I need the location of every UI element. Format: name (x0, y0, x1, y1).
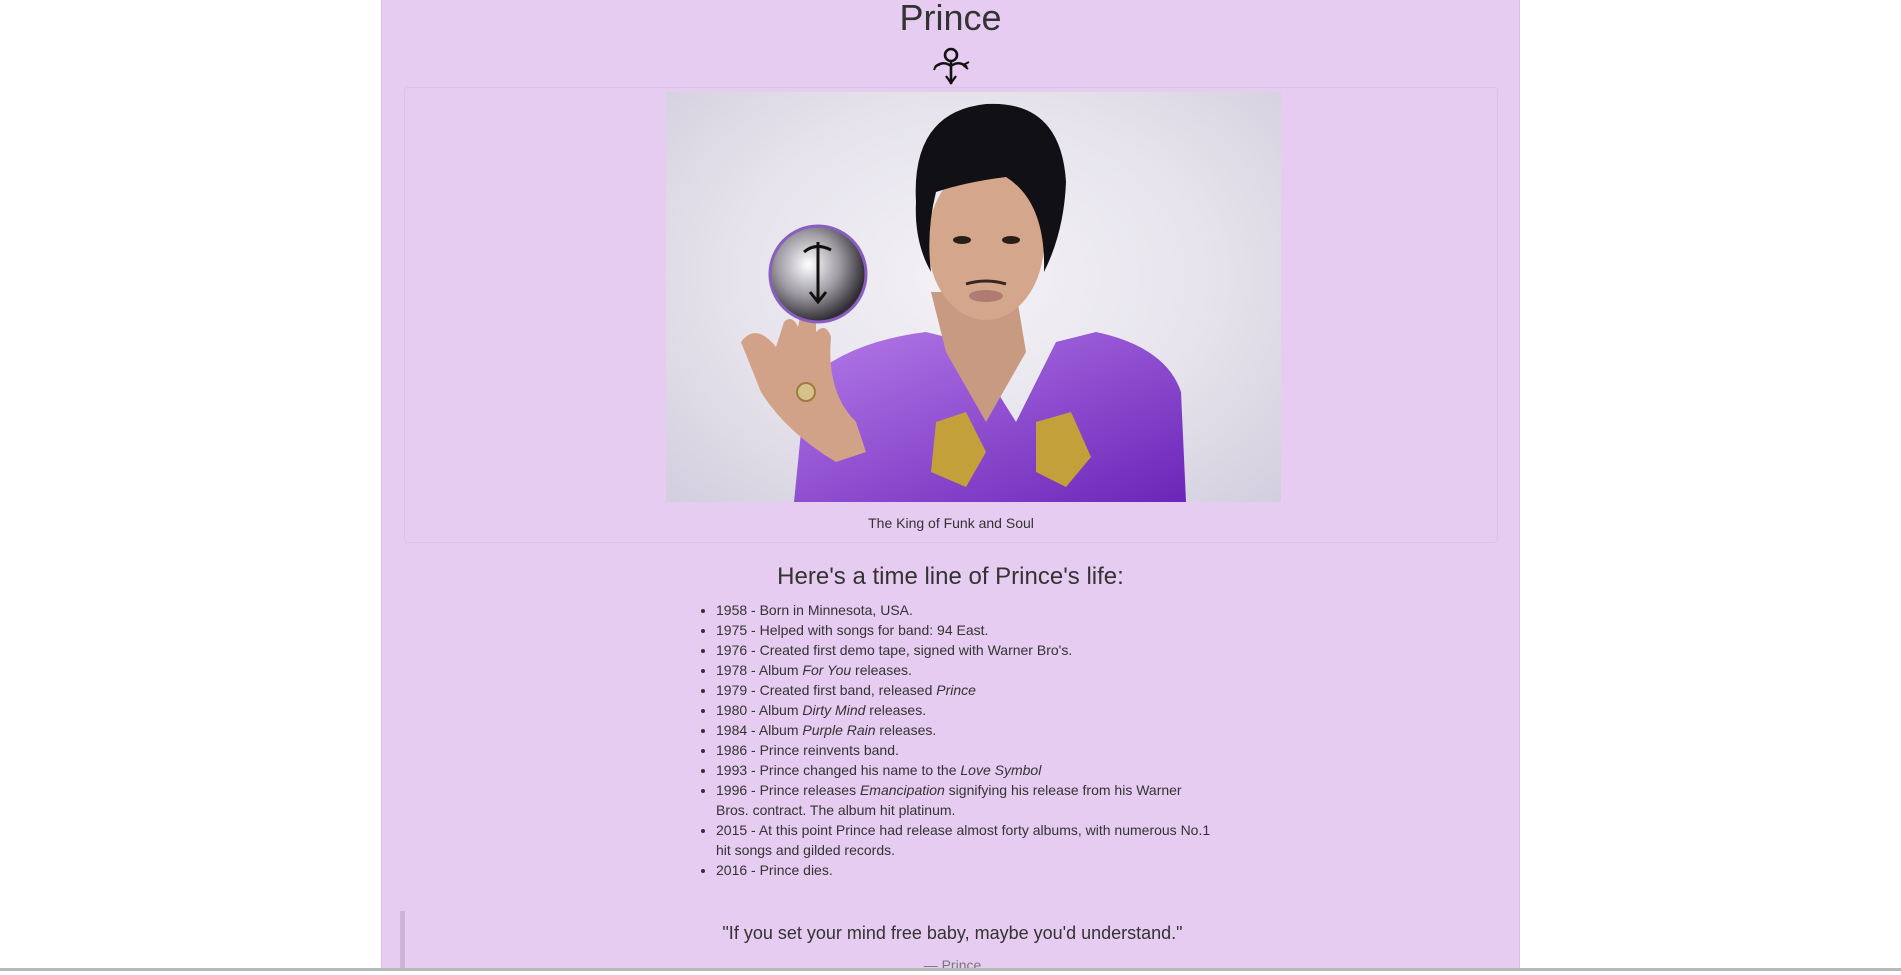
timeline-item: 2016 - Prince dies. (716, 860, 1216, 880)
timeline-item: 1979 - Created first band, released Prin… (716, 680, 1216, 700)
timeline-item: 1975 - Helped with songs for band: 94 Ea… (716, 620, 1216, 640)
photo-thumbnail: The King of Funk and Soul (404, 87, 1498, 543)
timeline-item: 1993 - Prince changed his name to the Lo… (716, 760, 1216, 780)
timeline-item: 1976 - Created first demo tape, signed w… (716, 640, 1216, 660)
timeline-item: 1978 - Album For You releases. (716, 660, 1216, 680)
love-symbol-icon (933, 47, 970, 85)
prince-photo (666, 92, 1281, 502)
timeline-item: 1996 - Prince releases Emancipation sign… (716, 780, 1216, 820)
photo-caption: The King of Funk and Soul (868, 515, 1034, 531)
timeline-item: 1958 - Born in Minnesota, USA. (716, 600, 1216, 620)
timeline-item: 1984 - Album Purple Rain releases. (716, 720, 1216, 740)
quote-text: "If you set your mind free baby, maybe y… (722, 923, 1183, 943)
quote-author: — Prince (923, 957, 982, 973)
page-title: Prince (899, 0, 1002, 38)
timeline-item: 1980 - Album Dirty Mind releases. (716, 700, 1216, 720)
quote-block: "If you set your mind free baby, maybe y… (400, 911, 1500, 973)
timeline-item: 2015 - At this point Prince had release … (716, 820, 1216, 860)
main-container: Prince The King of Funk and Soul Here's … (381, 0, 1520, 973)
timeline-list: 1958 - Born in Minnesota, USA.1975 - Hel… (696, 600, 1216, 880)
timeline-heading: Here's a time line of Prince's life: (777, 563, 1124, 590)
prince-portrait-illustration (741, 103, 1186, 502)
timeline-item: 1986 - Prince reinvents band. (716, 740, 1216, 760)
